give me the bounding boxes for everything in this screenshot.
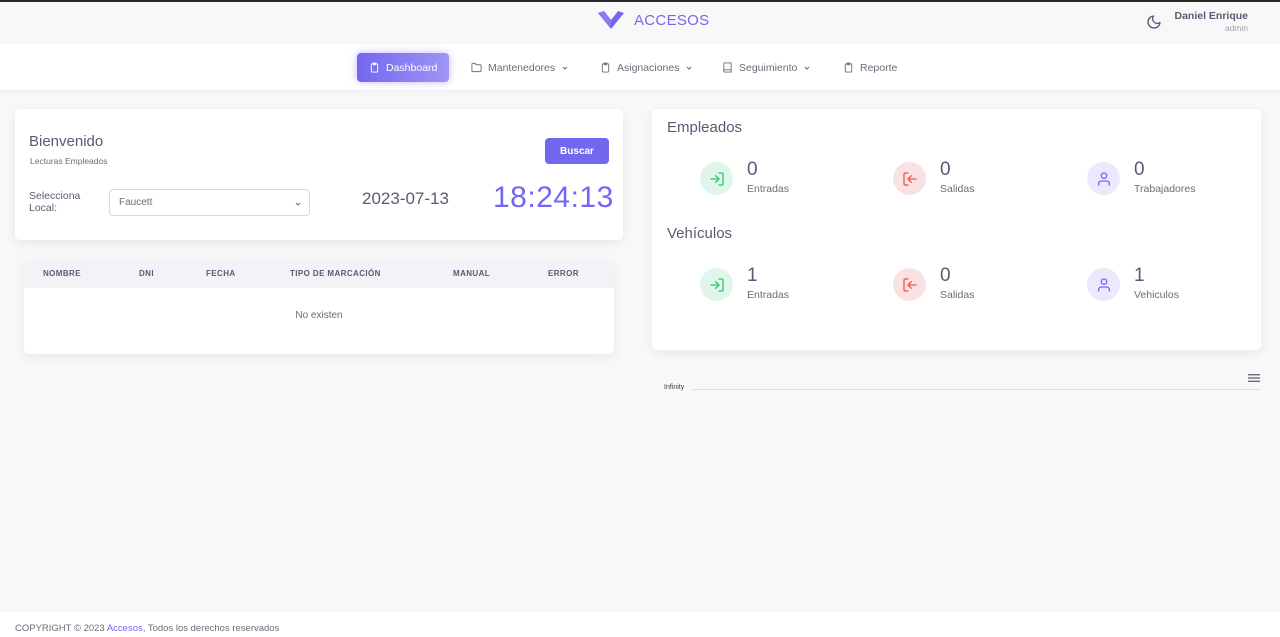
folder-icon — [471, 62, 482, 73]
stat-label: Entradas — [747, 183, 790, 195]
moon-icon[interactable] — [1146, 14, 1162, 30]
logout-icon — [893, 268, 926, 301]
footer: COPYRIGHT © 2023 Accesos, Todos los dere… — [0, 612, 1280, 637]
footer-suffix: , Todos los derechos reservados — [142, 623, 280, 634]
nav-mantenedores[interactable]: Mantenedores — [471, 53, 569, 82]
nav-dashboard-label: Dashboard — [386, 61, 438, 74]
column-header[interactable]: MANUAL — [453, 269, 490, 278]
stat-value: 0 — [1134, 159, 1145, 180]
chart-y-tick-label: Infinity — [664, 384, 685, 391]
table-empty-message: No existen — [295, 310, 343, 321]
brand-name: ACCESOS — [634, 11, 710, 29]
local-label: Selecciona Local: — [29, 190, 81, 214]
top-header: ACCESOS Daniel Enrique admin — [0, 2, 1280, 44]
stat-label: Salidas — [940, 289, 975, 301]
column-header[interactable]: ERROR — [548, 269, 579, 278]
stat-value: 1 — [1134, 265, 1145, 286]
brand[interactable]: ACCESOS — [598, 11, 709, 29]
nav-asignaciones[interactable]: Asignaciones — [600, 53, 693, 82]
stat-vehiculos-salidas: 0 Salidas — [893, 265, 974, 301]
chart-gridline — [692, 389, 1261, 390]
clipboard-icon — [601, 62, 610, 73]
readings-table: NOMBRE DNI FECHA TIPO DE MARCACIÓN MANUA… — [24, 261, 614, 354]
nav-reporte[interactable]: Reporte — [843, 53, 897, 82]
user-icon — [1087, 268, 1120, 301]
nav-mantenedores-label: Mantenedores — [488, 61, 556, 74]
stat-label: Vehiculos — [1134, 289, 1179, 301]
empleados-title: Empleados — [667, 119, 743, 136]
main-navbar: Dashboard Mantenedores Asignaciones Segu… — [0, 44, 1280, 90]
user-icon — [1087, 162, 1120, 195]
chart-area: Infinity — [652, 368, 1261, 408]
stat-value: 0 — [747, 159, 758, 180]
search-button[interactable]: Buscar — [545, 138, 609, 164]
nav-reporte-label: Reporte — [860, 61, 898, 74]
chevron-down-icon — [687, 66, 692, 70]
clipboard-icon — [844, 62, 853, 73]
login-icon — [700, 268, 733, 301]
stat-value: 1 — [747, 265, 758, 286]
stat-empleados-trabajadores: 0 Trabajadores — [1087, 159, 1195, 195]
clipboard-icon — [370, 62, 379, 73]
column-header[interactable]: NOMBRE — [43, 269, 81, 278]
nav-seguimiento[interactable]: Seguimiento — [722, 53, 811, 82]
book-icon — [723, 62, 732, 73]
nav-dashboard[interactable]: Dashboard — [357, 53, 450, 82]
user-name: Daniel Enrique — [1174, 10, 1248, 22]
hamburger-icon[interactable] — [1247, 372, 1261, 384]
current-date: 2023-07-13 — [362, 189, 449, 208]
stat-value: 0 — [940, 159, 951, 180]
stat-vehiculos-total: 1 Vehiculos — [1087, 265, 1179, 301]
welcome-subtitle: Lecturas Empleados — [30, 156, 108, 166]
brand-logo-icon — [598, 11, 624, 29]
welcome-card: Bienvenido Lecturas Empleados Buscar Sel… — [15, 109, 623, 240]
stat-empleados-salidas: 0 Salidas — [893, 159, 974, 195]
copyright-text: COPYRIGHT © 2023 — [15, 623, 105, 634]
stat-label: Entradas — [747, 289, 790, 301]
column-header[interactable]: TIPO DE MARCACIÓN — [290, 269, 381, 278]
stat-value: 0 — [940, 265, 951, 286]
welcome-title: Bienvenido — [29, 133, 104, 150]
stats-card: Empleados 0 Entradas 0 Salidas 0 Trabaja… — [652, 109, 1261, 350]
user-menu[interactable]: Daniel Enrique admin — [1174, 10, 1248, 33]
column-header[interactable]: FECHA — [206, 269, 236, 278]
current-time: 18:24:13 — [493, 181, 614, 214]
local-select-value: Faucett — [119, 197, 153, 208]
stat-label: Salidas — [940, 183, 975, 195]
chevron-down-icon — [805, 66, 810, 70]
stat-vehiculos-entradas: 1 Entradas — [700, 265, 789, 301]
vehiculos-title: Vehículos — [667, 225, 733, 242]
logout-icon — [893, 162, 926, 195]
chevron-down-icon — [562, 66, 568, 70]
table-header: NOMBRE DNI FECHA TIPO DE MARCACIÓN MANUA… — [24, 261, 614, 288]
stat-empleados-entradas: 0 Entradas — [700, 159, 789, 195]
user-role: admin — [1224, 23, 1248, 33]
stat-label: Trabajadores — [1134, 183, 1196, 195]
column-header[interactable]: DNI — [139, 269, 154, 278]
nav-asignaciones-label: Asignaciones — [617, 61, 680, 74]
chevron-down-icon — [295, 202, 301, 206]
login-icon — [700, 162, 733, 195]
nav-seguimiento-label: Seguimiento — [739, 61, 798, 74]
local-select[interactable]: Faucett — [109, 189, 310, 216]
footer-link[interactable]: Accesos — [107, 623, 143, 634]
